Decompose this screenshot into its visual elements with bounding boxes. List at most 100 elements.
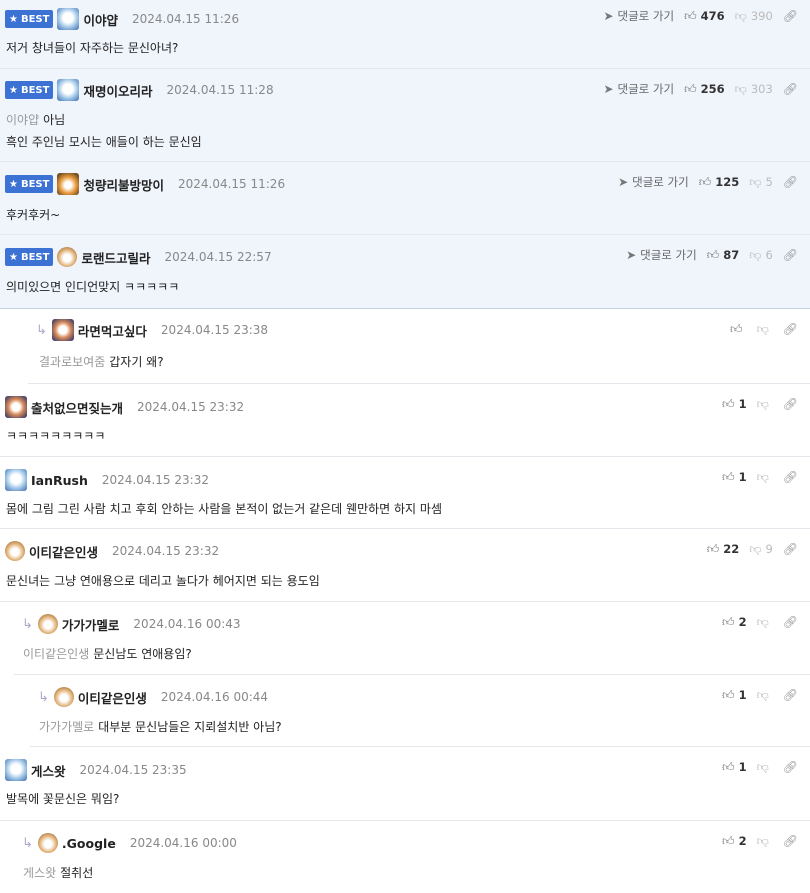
eskimo-dog-avatar[interactable] bbox=[5, 469, 27, 491]
upvote-button[interactable]: 👍︎ 1 bbox=[722, 760, 747, 775]
reply-target[interactable]: 이야얍 bbox=[6, 113, 39, 127]
upvote-button[interactable]: 👍︎ 22 bbox=[707, 542, 740, 557]
author-nickname[interactable]: .Google bbox=[62, 836, 116, 851]
goto-comment-link[interactable]: ➤ 댓글로 가기 bbox=[603, 8, 674, 24]
link-icon[interactable]: 🔗︎ bbox=[783, 688, 798, 702]
comment-date: 2024.04.15 22:57 bbox=[164, 250, 272, 264]
comment-item: 이티같은인생 2024.04.15 23:32 👍︎ 22 👎︎ 9 🔗︎ 문신녀는… bbox=[0, 529, 810, 602]
comment-text: 후커후커~ bbox=[6, 208, 61, 222]
thumbs-down-icon: 👎︎ bbox=[756, 469, 769, 484]
dark-dog-avatar[interactable] bbox=[5, 396, 27, 418]
downvote-button[interactable]: 👎︎ bbox=[757, 615, 773, 630]
best-badge: ★ BEST bbox=[5, 81, 54, 99]
author-nickname[interactable]: 이티같은인생 bbox=[78, 688, 147, 707]
reply-target[interactable]: 이티같은인생 bbox=[23, 647, 89, 661]
link-icon[interactable]: 🔗︎ bbox=[783, 82, 798, 96]
downvote-button[interactable]: 👎︎ bbox=[757, 834, 773, 849]
link-icon[interactable]: 🔗︎ bbox=[783, 175, 798, 189]
link-icon[interactable]: 🔗︎ bbox=[783, 248, 798, 262]
comment-item: ★ BEST 로랜드고릴라 2024.04.15 22:57 ➤ 댓글로 가기 👍︎… bbox=[0, 235, 810, 309]
thumbs-down-icon: 👎︎ bbox=[756, 759, 769, 774]
comment-text: 발목에 꽃문신은 뭐임? bbox=[6, 792, 120, 806]
reply-target[interactable]: 가가가멜로 bbox=[39, 720, 94, 734]
comment-item: ↳ .Google 2024.04.16 00:00 👍︎ 2 👎︎ 🔗︎ 게스왓… bbox=[14, 821, 810, 893]
link-icon[interactable]: 🔗︎ bbox=[783, 322, 798, 336]
link-icon[interactable]: 🔗︎ bbox=[783, 470, 798, 484]
puppy-avatar[interactable] bbox=[37, 833, 58, 853]
author-nickname[interactable]: 재명이오리라 bbox=[83, 81, 152, 100]
comment-text: 몸에 그림 그린 사람 치고 후회 안하는 사람을 본적이 없는거 같은데 웬만… bbox=[6, 502, 442, 516]
comment-actions: 👍︎ 2 👎︎ 🔗︎ bbox=[722, 614, 798, 630]
puppy-avatar[interactable] bbox=[53, 687, 74, 707]
goto-comment-link[interactable]: ➤ 댓글로 가기 bbox=[603, 81, 674, 97]
author-nickname[interactable]: 게스왓 bbox=[31, 761, 66, 780]
thumbs-down-icon: 👎︎ bbox=[734, 81, 747, 96]
downvote-button[interactable]: 👎︎ bbox=[757, 688, 773, 703]
downvote-button[interactable]: 👎︎ bbox=[757, 760, 773, 775]
thumbs-up-icon: 👍︎ bbox=[722, 469, 735, 484]
link-icon[interactable]: 🔗︎ bbox=[783, 615, 798, 629]
link-icon[interactable]: 🔗︎ bbox=[783, 9, 798, 23]
goto-comment-link[interactable]: ➤ 댓글로 가기 bbox=[618, 174, 689, 190]
upvote-button[interactable]: 👍︎ 87 bbox=[707, 248, 740, 263]
upvote-button[interactable]: 👍︎ 476 bbox=[684, 9, 725, 24]
upvote-button[interactable]: 👍︎ 2 bbox=[722, 615, 747, 630]
reply-arrow-icon: ↳ bbox=[22, 616, 33, 632]
send-icon: ➤ bbox=[618, 175, 629, 189]
eskimo-dog-avatar[interactable] bbox=[5, 759, 27, 781]
downvote-button[interactable]: 👎︎ 5 bbox=[749, 175, 773, 190]
upvote-button[interactable]: 👍︎ 125 bbox=[699, 175, 740, 190]
reply-target[interactable]: 게스왓 bbox=[23, 866, 56, 880]
upvote-button[interactable]: 👍︎ 1 bbox=[722, 470, 747, 485]
comment-actions: 👍︎ 1 👎︎ 🔗︎ bbox=[722, 396, 798, 412]
puppy-avatar[interactable] bbox=[37, 614, 58, 634]
thumbs-up-icon: 👍︎ bbox=[722, 396, 735, 411]
comment-actions: 👍︎ 1 👎︎ 🔗︎ bbox=[722, 759, 798, 775]
upvote-button[interactable]: 👍︎ 2 bbox=[722, 834, 747, 849]
comment-text: 이야얍 아님 bbox=[6, 113, 66, 127]
thumbs-down-icon: 👎︎ bbox=[756, 833, 769, 848]
upvote-button[interactable]: 👍︎ bbox=[730, 322, 747, 337]
comment-item: ↳ 가가가멜로 2024.04.16 00:43 👍︎ 2 👎︎ 🔗︎ 이티같은인… bbox=[14, 602, 810, 675]
downvote-button[interactable]: 👎︎ 390 bbox=[735, 9, 773, 24]
upvote-button[interactable]: 👍︎ 1 bbox=[722, 688, 747, 703]
downvote-button[interactable]: 👎︎ 6 bbox=[749, 248, 773, 263]
thumbs-up-icon: 👍︎ bbox=[706, 541, 720, 556]
thumbs-up-icon: 👍︎ bbox=[722, 833, 735, 848]
link-icon[interactable]: 🔗︎ bbox=[783, 834, 798, 848]
downvote-button[interactable]: 👎︎ 9 bbox=[749, 542, 773, 557]
dark-dog-avatar[interactable] bbox=[51, 319, 74, 341]
thumbs-down-icon: 👎︎ bbox=[749, 247, 762, 262]
link-icon[interactable]: 🔗︎ bbox=[783, 760, 798, 774]
author-nickname[interactable]: 이티같은인생 bbox=[29, 542, 98, 561]
reply-target[interactable]: 결과로보여줌 bbox=[39, 355, 105, 369]
author-nickname[interactable]: 로랜드고릴라 bbox=[81, 248, 150, 267]
downvote-button[interactable]: 👎︎ 303 bbox=[735, 82, 773, 97]
downvote-button[interactable]: 👎︎ bbox=[757, 470, 773, 485]
upvote-button[interactable]: 👍︎ 256 bbox=[684, 82, 725, 97]
author-nickname[interactable]: IanRush bbox=[31, 473, 88, 488]
author-nickname[interactable]: 출처없으면짖는개 bbox=[31, 398, 123, 417]
star-icon: ★ bbox=[9, 178, 18, 190]
link-icon[interactable]: 🔗︎ bbox=[783, 542, 798, 556]
thumbs-up-icon: 👍︎ bbox=[706, 247, 720, 262]
thumbs-down-icon: 👎︎ bbox=[734, 8, 747, 23]
author-nickname[interactable]: 라면먹고싶다 bbox=[78, 321, 147, 340]
link-icon[interactable]: 🔗︎ bbox=[783, 397, 798, 411]
thumbs-down-icon: 👎︎ bbox=[756, 614, 769, 629]
author-nickname[interactable]: 이야얍 bbox=[83, 10, 118, 29]
comment-actions: ➤ 댓글로 가기 👍︎ 476 👎︎ 390 🔗︎ bbox=[603, 8, 798, 24]
author-nickname[interactable]: 가가가멜로 bbox=[62, 615, 120, 634]
puppy-avatar[interactable] bbox=[5, 541, 25, 561]
downvote-button[interactable]: 👎︎ bbox=[757, 397, 773, 412]
eskimo-dog-avatar[interactable] bbox=[57, 79, 80, 101]
corgi-avatar[interactable] bbox=[57, 173, 80, 195]
upvote-button[interactable]: 👍︎ 1 bbox=[722, 397, 747, 412]
downvote-button[interactable]: 👎︎ bbox=[757, 322, 773, 337]
goto-comment-link[interactable]: ➤ 댓글로 가기 bbox=[626, 247, 697, 263]
author-nickname[interactable]: 청량리불방망이 bbox=[83, 175, 164, 194]
puppy-avatar[interactable] bbox=[57, 247, 78, 267]
eskimo-dog-avatar[interactable] bbox=[57, 8, 80, 30]
comment-item: ★ BEST 이야얍 2024.04.15 11:26 ➤ 댓글로 가기 👍︎ 476… bbox=[0, 0, 810, 69]
comment-header: ★ BEST 재명이오리라 2024.04.15 11:28 bbox=[5, 79, 274, 101]
